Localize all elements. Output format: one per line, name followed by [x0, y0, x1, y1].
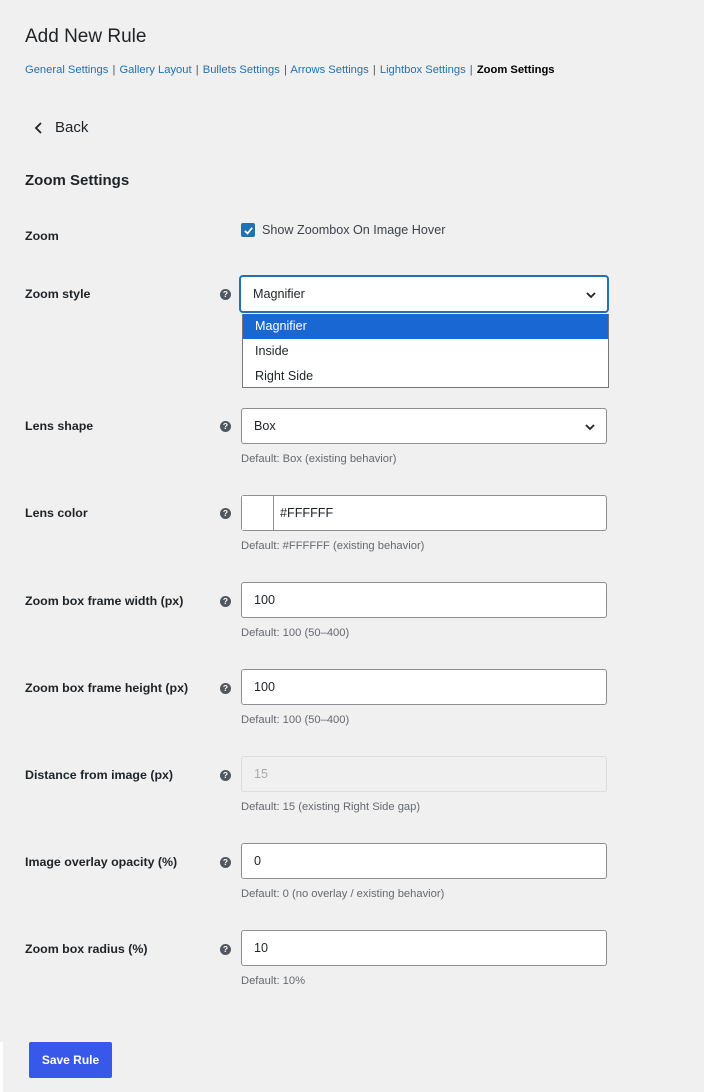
- lens-color-field[interactable]: #FFFFFF: [241, 495, 607, 531]
- chevron-down-icon: [585, 424, 595, 431]
- lens-shape-hint: Default: Box (existing behavior): [241, 453, 397, 465]
- frame-width-value: 100: [254, 593, 276, 607]
- lens-color-swatch[interactable]: [242, 496, 274, 530]
- distance-hint: Default: 15 (existing Right Side gap): [241, 801, 421, 813]
- zoom-style-options: Magnifier Inside Right Side: [242, 314, 609, 388]
- tab-separator: |: [195, 64, 199, 76]
- tab-separator: |: [372, 64, 376, 76]
- radius-value: 10: [254, 941, 269, 955]
- tab-general-settings[interactable]: General Settings: [25, 64, 108, 76]
- tab-separator: |: [283, 64, 287, 76]
- overlay-opacity-hint: Default: 0 (no overlay / existing behavi…: [241, 888, 445, 900]
- zoom-checkbox-label: Show Zoombox On Image Hover: [262, 223, 446, 237]
- distance-input: 15: [241, 756, 607, 792]
- distance-label: Distance from image (px): [25, 768, 174, 782]
- tab-separator: |: [469, 64, 473, 76]
- distance-value: 15: [254, 767, 269, 781]
- radius-input[interactable]: 10: [241, 930, 607, 966]
- lens-shape-select[interactable]: Box: [241, 408, 607, 444]
- save-rule-button[interactable]: Save Rule: [29, 1042, 112, 1078]
- frame-height-label: Zoom box frame height (px): [25, 681, 189, 695]
- chevron-down-icon: [586, 292, 596, 299]
- zoom-style-value: Magnifier: [253, 287, 305, 301]
- tab-bullets-settings[interactable]: Bullets Settings: [203, 64, 280, 76]
- page-title: Add New Rule: [25, 26, 147, 47]
- lens-shape-value: Box: [254, 419, 276, 433]
- check-icon: [243, 226, 253, 235]
- zoom-style-label: Zoom style: [25, 287, 91, 301]
- zoom-label: Zoom: [25, 229, 59, 243]
- settings-tabs: General Settings | Gallery Layout | Bull…: [25, 64, 555, 76]
- lens-color-label: Lens color: [25, 506, 88, 520]
- section-title: Zoom Settings: [25, 172, 130, 189]
- frame-height-input[interactable]: 100: [241, 669, 607, 705]
- help-icon[interactable]: ?: [220, 421, 231, 432]
- help-icon[interactable]: ?: [220, 944, 231, 955]
- frame-height-hint: Default: 100 (50–400): [241, 714, 350, 726]
- lens-shape-label: Lens shape: [25, 419, 94, 433]
- help-icon[interactable]: ?: [220, 857, 231, 868]
- overlay-opacity-label: Image overlay opacity (%): [25, 855, 178, 869]
- help-icon[interactable]: ?: [220, 596, 231, 607]
- tab-separator: |: [112, 64, 116, 76]
- help-icon[interactable]: ?: [220, 508, 231, 519]
- overlay-opacity-value: 0: [254, 854, 262, 868]
- zoom-checkbox[interactable]: [241, 223, 255, 237]
- lens-color-value[interactable]: #FFFFFF: [274, 506, 333, 520]
- overlay-opacity-input[interactable]: 0: [241, 843, 607, 879]
- back-link[interactable]: Back: [33, 119, 88, 136]
- option-right-side[interactable]: Right Side: [243, 364, 608, 389]
- radius-label: Zoom box radius (%): [25, 942, 148, 956]
- tab-gallery-layout[interactable]: Gallery Layout: [119, 64, 191, 76]
- tab-arrows-settings[interactable]: Arrows Settings: [290, 64, 368, 76]
- tab-lightbox-settings[interactable]: Lightbox Settings: [380, 64, 466, 76]
- radius-hint: Default: 10%: [241, 975, 306, 987]
- left-strip: [0, 1042, 3, 1092]
- help-icon[interactable]: ?: [220, 683, 231, 694]
- help-icon[interactable]: ?: [220, 289, 231, 300]
- option-magnifier[interactable]: Magnifier: [243, 314, 608, 339]
- frame-width-input[interactable]: 100: [241, 582, 607, 618]
- zoom-style-select[interactable]: Magnifier: [240, 276, 608, 312]
- frame-height-value: 100: [254, 680, 276, 694]
- chevron-left-icon: [34, 121, 42, 134]
- frame-width-label: Zoom box frame width (px): [25, 594, 184, 608]
- help-icon[interactable]: ?: [220, 770, 231, 781]
- frame-width-hint: Default: 100 (50–400): [241, 627, 350, 639]
- option-inside[interactable]: Inside: [243, 339, 608, 364]
- lens-color-hint: Default: #FFFFFF (existing behavior): [241, 540, 425, 552]
- zoom-checkbox-row[interactable]: Show Zoombox On Image Hover: [241, 223, 445, 237]
- back-label: Back: [55, 119, 89, 136]
- tab-zoom-settings[interactable]: Zoom Settings: [477, 64, 555, 76]
